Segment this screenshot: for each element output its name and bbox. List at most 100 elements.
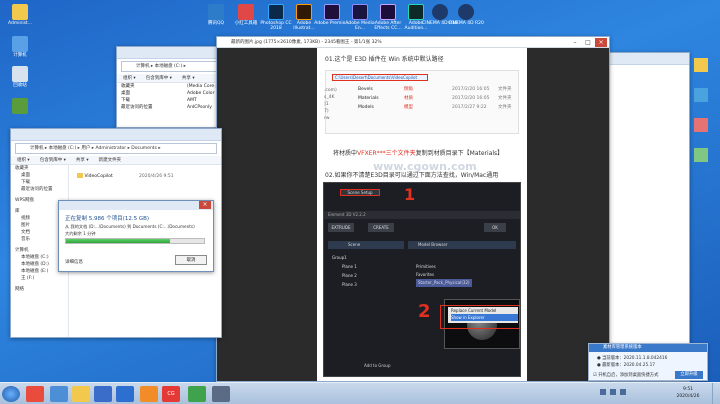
folder-row: Materials 材质 2017/2/20 16:05 文件夹 [326, 94, 520, 103]
nav-item-downloads[interactable]: 下载 [121, 97, 153, 104]
instruction-suffix: 复制到材质目录下【Materials】 [415, 150, 504, 157]
explorer-front-address-bar[interactable]: 计算机 ▸ 本地磁盘 (C:) ▸ 用户 ▸ Administrator ▸ D… [15, 143, 217, 154]
taskbar-app-explorer[interactable] [72, 386, 90, 402]
list-item[interactable]: (Media Core p [187, 83, 218, 90]
copy-progress-bar [65, 238, 205, 244]
taskbar-app-7[interactable] [212, 386, 230, 402]
more-details-toggle[interactable]: 详细信息 [65, 259, 83, 265]
tutorial-image: 01.这个是 E3D 插件在 Win 系统中默认路径 C:\Users\Dese… [317, 48, 527, 381]
organize-button[interactable]: 组织 ▾ [17, 156, 30, 164]
folder-date: 2017/2/20 16:05 [452, 87, 490, 92]
share-button[interactable]: 共享 ▾ [182, 74, 195, 82]
explorer-front-titlebar[interactable] [11, 129, 221, 141]
notification-title: 素材库管理系统版本 [589, 344, 707, 352]
taskbar: CG 9:51 2020/4/26 [0, 382, 720, 404]
notification-current-version: ● 当前版本：2020.11.1.8.042416 [597, 356, 668, 361]
volume-icon[interactable] [619, 389, 626, 395]
list-item[interactable]: AnICPsonly [187, 104, 218, 111]
e3d-title: Element 3D V2.2.2 [324, 211, 520, 219]
copy-remaining: 大约剩余 1 分钟 [65, 231, 96, 236]
list-item[interactable]: Adobe Color [187, 90, 218, 97]
include-library-button[interactable]: 包含到库中 ▾ [146, 74, 172, 82]
nav-item-drive-f[interactable]: 王 (F:) [11, 275, 68, 282]
system-tray[interactable] [600, 389, 660, 399]
model-tree-item: Primitives [416, 264, 436, 269]
copy-dialog-titlebar[interactable]: × [59, 201, 213, 210]
list-item[interactable]: AMT [187, 97, 218, 104]
menu-item-replace: Replace Current Model [451, 308, 497, 313]
desktop-icon-computer[interactable]: 计算机 [2, 36, 38, 58]
image-viewer-titlebar[interactable]: 最新的图片.jpg (1775×2610像素, 173KB) - 2345看图王… [217, 37, 609, 48]
taskbar-app-cg[interactable]: CG [162, 386, 180, 402]
taskbar-app-6[interactable] [188, 386, 206, 402]
include-library-button[interactable]: 包含到库中 ▾ [40, 156, 66, 164]
file-row[interactable]: VideoCopilot 2020/4/26 9:51 [77, 173, 217, 181]
scene-panel-header: Scene [328, 241, 404, 249]
file-name: VideoCopilot [84, 174, 113, 179]
desktop-icon-admin[interactable]: Administ... [2, 4, 38, 26]
folder-name: Bevels [358, 87, 373, 92]
notification-latest-version: ● 最新版本：2020.04.25.17 [597, 363, 656, 368]
explorer-back-file-list: (Media Core p Adobe Color AMT AnICPsonly [187, 83, 218, 111]
upgrade-button[interactable]: 立即升级 [675, 371, 703, 379]
path-highlight: C:\Users\Desert\Documents\VideoCopilot [332, 74, 428, 81]
taskbar-app-ie[interactable] [50, 386, 68, 402]
instruction-highlight: VFXER***三个文件夹 [357, 150, 416, 157]
step-marker-1: 1 [404, 185, 416, 204]
start-button[interactable] [2, 386, 20, 402]
list-item: rw [324, 116, 330, 121]
taskbar-app-4[interactable] [116, 386, 134, 402]
instruction-line: 将材质中VFXER***三个文件夹复制到材质目录下【Materials】 [333, 148, 503, 157]
heading-step-2: 02.如果你不清楚E3D目录可以通过下面方法查找，Win/Mac通用 [325, 172, 499, 179]
scene-plane: Plane 2 [342, 273, 357, 278]
nav-item-favorites[interactable]: 收藏夹 [11, 165, 68, 172]
taskbar-app-3[interactable] [94, 386, 112, 402]
desktop-icon-app[interactable] [2, 98, 38, 115]
maximize-button[interactable]: □ [582, 38, 594, 47]
folder-name: Materials [358, 96, 379, 101]
clock[interactable]: 9:51 2020/4/26 [670, 386, 706, 400]
tray-icon[interactable] [600, 389, 606, 395]
cancel-button[interactable]: 取消 [175, 255, 207, 265]
copy-from-to: 从 我的文档 (D:...\Documents) 到 Documents (C:… [65, 224, 195, 229]
show-desktop-button[interactable] [712, 383, 720, 404]
nav-item-downloads[interactable]: 下载 [11, 179, 68, 186]
nav-item-network[interactable]: 网络 [11, 286, 68, 293]
new-folder-button[interactable]: 新建文件夹 [99, 156, 122, 164]
model-browser-header: Model Browser [408, 241, 516, 249]
folder-date: 2017/2/20 16:05 [452, 96, 490, 101]
step-marker-2: 2 [418, 301, 431, 322]
folder-listing-screenshot: C:\Users\Desert\Documents\VideoCopilot B… [324, 70, 520, 134]
folder-type: 文件夹 [498, 87, 512, 92]
image-viewer-window[interactable]: 最新的图片.jpg (1775×2610像素, 173KB) - 2345看图王… [216, 36, 610, 382]
copy-progress-fill [66, 239, 170, 243]
scene-tree: Group1 Plane 1 Plane 2 Plane 3 [332, 253, 357, 289]
truncated-list: .com) s_4K )1 7) rw [324, 87, 337, 122]
update-notification[interactable]: 素材库管理系统版本 ● 当前版本：2020.11.1.8.042416 ● 最新… [588, 343, 708, 381]
folder-row: Bevels 倒角 2017/2/20 16:05 文件夹 [326, 85, 520, 94]
close-button[interactable]: × [595, 38, 607, 47]
organize-button[interactable]: 组织 ▾ [123, 74, 136, 82]
desktop-icons-right [690, 50, 712, 250]
taskbar-app-1[interactable] [26, 386, 44, 402]
folder-rows: Bevels 倒角 2017/2/20 16:05 文件夹 Materials … [326, 85, 520, 112]
tray-icon[interactable] [609, 389, 616, 395]
desktop-icon-c4d-r20[interactable]: CINEMA 4D R20 [448, 4, 484, 26]
create-button: CREATE [368, 223, 394, 232]
copy-progress-dialog[interactable]: × 正在复制 5,986 个项目(12.5 GB) 从 我的文档 (D:...\… [58, 200, 214, 272]
desktop-icon-recycle-bin[interactable]: 回收站 [2, 66, 38, 88]
minimize-button[interactable]: – [569, 38, 581, 47]
nav-item-desktop[interactable]: 桌面 [11, 172, 68, 179]
nav-item-recent[interactable]: 最近访问的位置 [11, 186, 68, 193]
taskbar-app-5[interactable] [140, 386, 158, 402]
autostart-checkbox[interactable]: ☑ 开机自启，添加到桌面快捷方式 [593, 372, 658, 378]
copy-dialog-close-button[interactable]: × [199, 201, 211, 209]
folder-type: 文件夹 [498, 105, 512, 110]
share-button[interactable]: 共享 ▾ [76, 156, 89, 164]
nav-item-favorites[interactable]: 收藏夹 [121, 83, 153, 90]
clock-date: 2020/4/26 [676, 394, 700, 399]
copy-status: 正在复制 5,986 个项目(12.5 GB) [65, 216, 150, 222]
ok-button: OK [484, 223, 506, 232]
nav-item-desktop[interactable]: 桌面 [121, 90, 153, 97]
nav-item-recent[interactable]: 最近访问的位置 [121, 104, 153, 111]
